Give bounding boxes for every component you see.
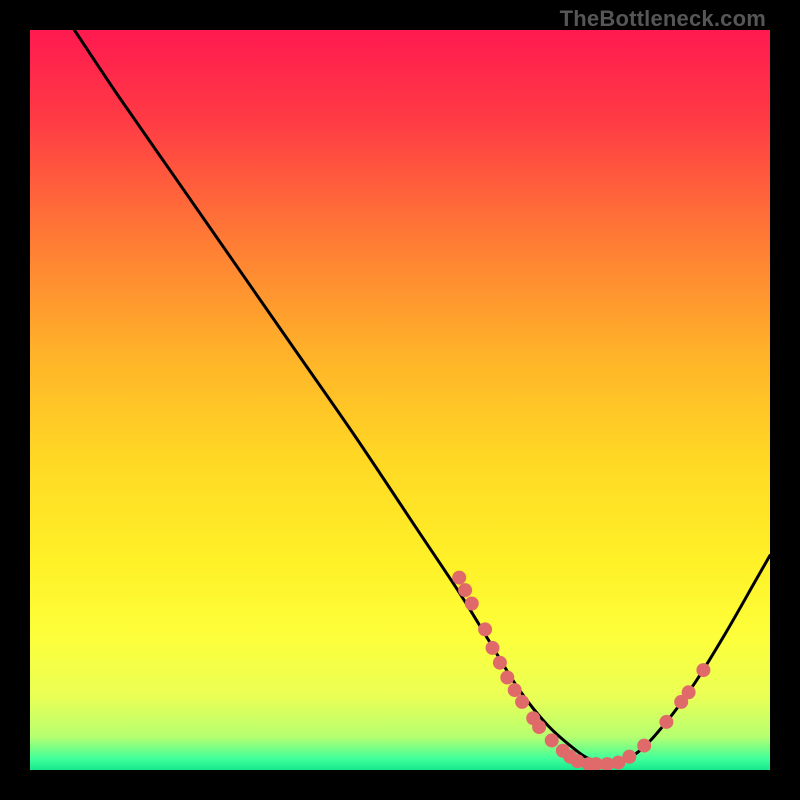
data-point xyxy=(659,715,673,729)
data-point xyxy=(500,671,514,685)
data-point xyxy=(478,622,492,636)
data-point xyxy=(452,571,466,585)
watermark-text: TheBottleneck.com xyxy=(560,6,766,32)
data-point xyxy=(696,663,710,677)
data-point xyxy=(458,583,472,597)
data-point xyxy=(508,683,522,697)
data-point xyxy=(515,695,529,709)
chart-background xyxy=(30,30,770,770)
chart-frame xyxy=(30,30,770,770)
data-point xyxy=(622,750,636,764)
data-point xyxy=(486,641,500,655)
data-point xyxy=(545,733,559,747)
bottleneck-chart xyxy=(30,30,770,770)
data-point xyxy=(682,685,696,699)
data-point xyxy=(465,597,479,611)
data-point xyxy=(637,739,651,753)
data-point xyxy=(493,656,507,670)
data-point xyxy=(532,720,546,734)
